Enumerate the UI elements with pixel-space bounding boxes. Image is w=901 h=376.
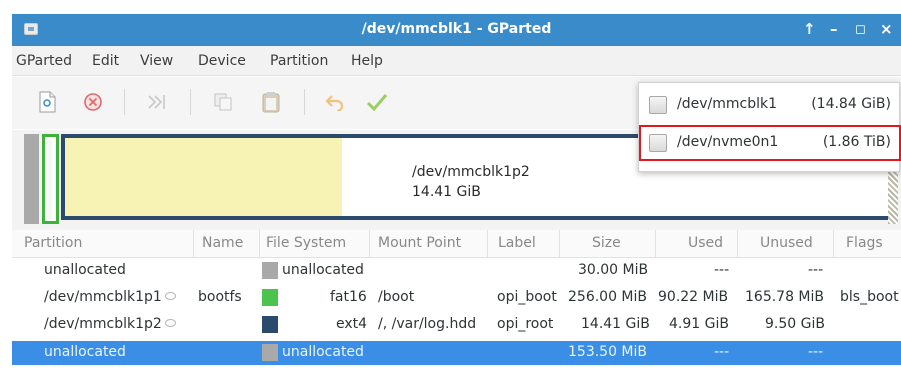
partition-table-header: Partition Name File System Mount Point L… [12, 230, 901, 258]
partition-name: /dev/mmcblk1p2 [44, 316, 162, 332]
cell-file-system: fat16 [330, 289, 367, 305]
device-item-mmcblk1[interactable]: /dev/mmcblk1 (14.84 GiB) [639, 87, 901, 123]
cell-unused: --- [808, 262, 824, 278]
device-size: (1.86 TiB) [822, 134, 891, 150]
cell-size: 153.50 MiB [568, 344, 648, 360]
table-row[interactable]: /dev/mmcblk1p1 bootfs fat16 /boot opi_bo… [12, 286, 901, 310]
col-partition[interactable]: Partition [12, 230, 194, 258]
toolbar-separator [124, 89, 125, 115]
minimize-button[interactable]: – [830, 20, 838, 38]
cell-unused: 165.78 MiB [745, 289, 825, 305]
cell-mount-point: /, /var/log.hdd [378, 316, 477, 332]
table-row[interactable]: unallocated unallocated 30.00 MiB --- --… [12, 259, 901, 283]
col-label[interactable]: Label [488, 230, 560, 258]
copy-icon[interactable] [210, 89, 236, 115]
maximize-button[interactable]: ◻ [855, 22, 866, 37]
fs-color-swatch [262, 289, 278, 306]
map-segment-unallocated[interactable] [24, 134, 39, 224]
cell-file-system: unallocated [282, 262, 364, 278]
col-unused[interactable]: Unused [738, 230, 834, 258]
window-title: /dev/mmcblk1 - GParted [361, 21, 552, 37]
title-bar: /dev/mmcblk1 - GParted ↑ – ◻ × [12, 14, 901, 46]
cell-partition: /dev/mmcblk1p1 [44, 289, 176, 305]
cell-unused: 9.50 GiB [765, 316, 825, 332]
cell-unused: --- [808, 344, 824, 360]
device-dropdown: /dev/mmcblk1 (14.84 GiB) /dev/nvme0n1 (1… [638, 82, 901, 172]
cell-size: 30.00 MiB [578, 262, 649, 278]
col-file-system[interactable]: File System [260, 230, 370, 258]
cell-partition: /dev/mmcblk1p2 [44, 316, 176, 332]
paste-icon[interactable] [258, 89, 284, 115]
cell-file-system: ext4 [336, 316, 368, 332]
fs-color-swatch [262, 262, 278, 279]
menu-gparted[interactable]: GParted [16, 53, 72, 69]
cell-label: opi_boot [497, 289, 557, 305]
menu-device[interactable]: Device [198, 53, 246, 69]
menu-view[interactable]: View [140, 53, 173, 69]
close-button[interactable]: × [880, 20, 893, 38]
disk-icon [649, 96, 667, 114]
toolbar-separator [190, 89, 191, 115]
cell-label: opi_root [497, 316, 554, 332]
cell-mount-point: /boot [378, 289, 415, 305]
cell-used: 4.91 GiB [669, 316, 729, 332]
menu-partition[interactable]: Partition [270, 53, 328, 69]
cell-used: --- [714, 262, 730, 278]
table-row-selected[interactable]: unallocated unallocated 153.50 MiB --- -… [12, 341, 901, 365]
device-name: /dev/nvme0n1 [677, 134, 779, 150]
cell-partition: unallocated [44, 344, 126, 360]
map-segment-unallocated-end[interactable] [888, 164, 898, 224]
cell-name: bootfs [198, 289, 242, 305]
new-partition-icon[interactable] [34, 89, 60, 115]
used-space-fill [65, 138, 342, 216]
cell-used: --- [714, 344, 730, 360]
device-size: (14.84 GiB) [811, 96, 891, 112]
resize-move-icon[interactable] [144, 89, 170, 115]
cell-flags: bls_boot [840, 289, 899, 305]
table-row[interactable]: /dev/mmcblk1p2 ext4 /, /var/log.hdd opi_… [12, 313, 901, 337]
map-segment-boot[interactable] [42, 134, 59, 224]
col-mount-point[interactable]: Mount Point [370, 230, 488, 258]
delete-icon[interactable] [80, 89, 106, 115]
map-partition-name: /dev/mmcblk1p2 [412, 164, 530, 180]
key-icon [164, 319, 176, 327]
maximize-up-icon[interactable]: ↑ [803, 20, 816, 38]
menu-bar: GParted Edit View Device Partition Help [12, 46, 901, 76]
cell-used: 90.22 MiB [658, 289, 729, 305]
toolbar-separator [304, 89, 305, 115]
key-icon [164, 292, 176, 300]
cell-size: 14.41 GiB [581, 316, 650, 332]
menu-edit[interactable]: Edit [92, 53, 119, 69]
col-flags[interactable]: Flags [834, 230, 901, 258]
map-segment-label: /dev/mmcblk1p2 14.41 GiB [412, 162, 530, 202]
map-partition-size: 14.41 GiB [412, 184, 481, 200]
device-item-nvme0n1[interactable]: /dev/nvme0n1 (1.86 TiB) [639, 125, 901, 161]
partition-name: /dev/mmcblk1p1 [44, 289, 162, 305]
undo-icon[interactable] [322, 89, 348, 115]
disk-icon [649, 134, 667, 152]
cell-partition: unallocated [44, 262, 126, 278]
col-size[interactable]: Size [560, 230, 656, 258]
cell-file-system: unallocated [282, 344, 364, 360]
fs-color-swatch [262, 344, 278, 361]
col-name[interactable]: Name [194, 230, 260, 258]
fs-color-swatch [262, 316, 278, 333]
col-used[interactable]: Used [656, 230, 738, 258]
cell-size: 256.00 MiB [568, 289, 648, 305]
device-name: /dev/mmcblk1 [677, 96, 777, 112]
menu-help[interactable]: Help [351, 53, 383, 69]
apply-icon[interactable] [364, 89, 390, 115]
